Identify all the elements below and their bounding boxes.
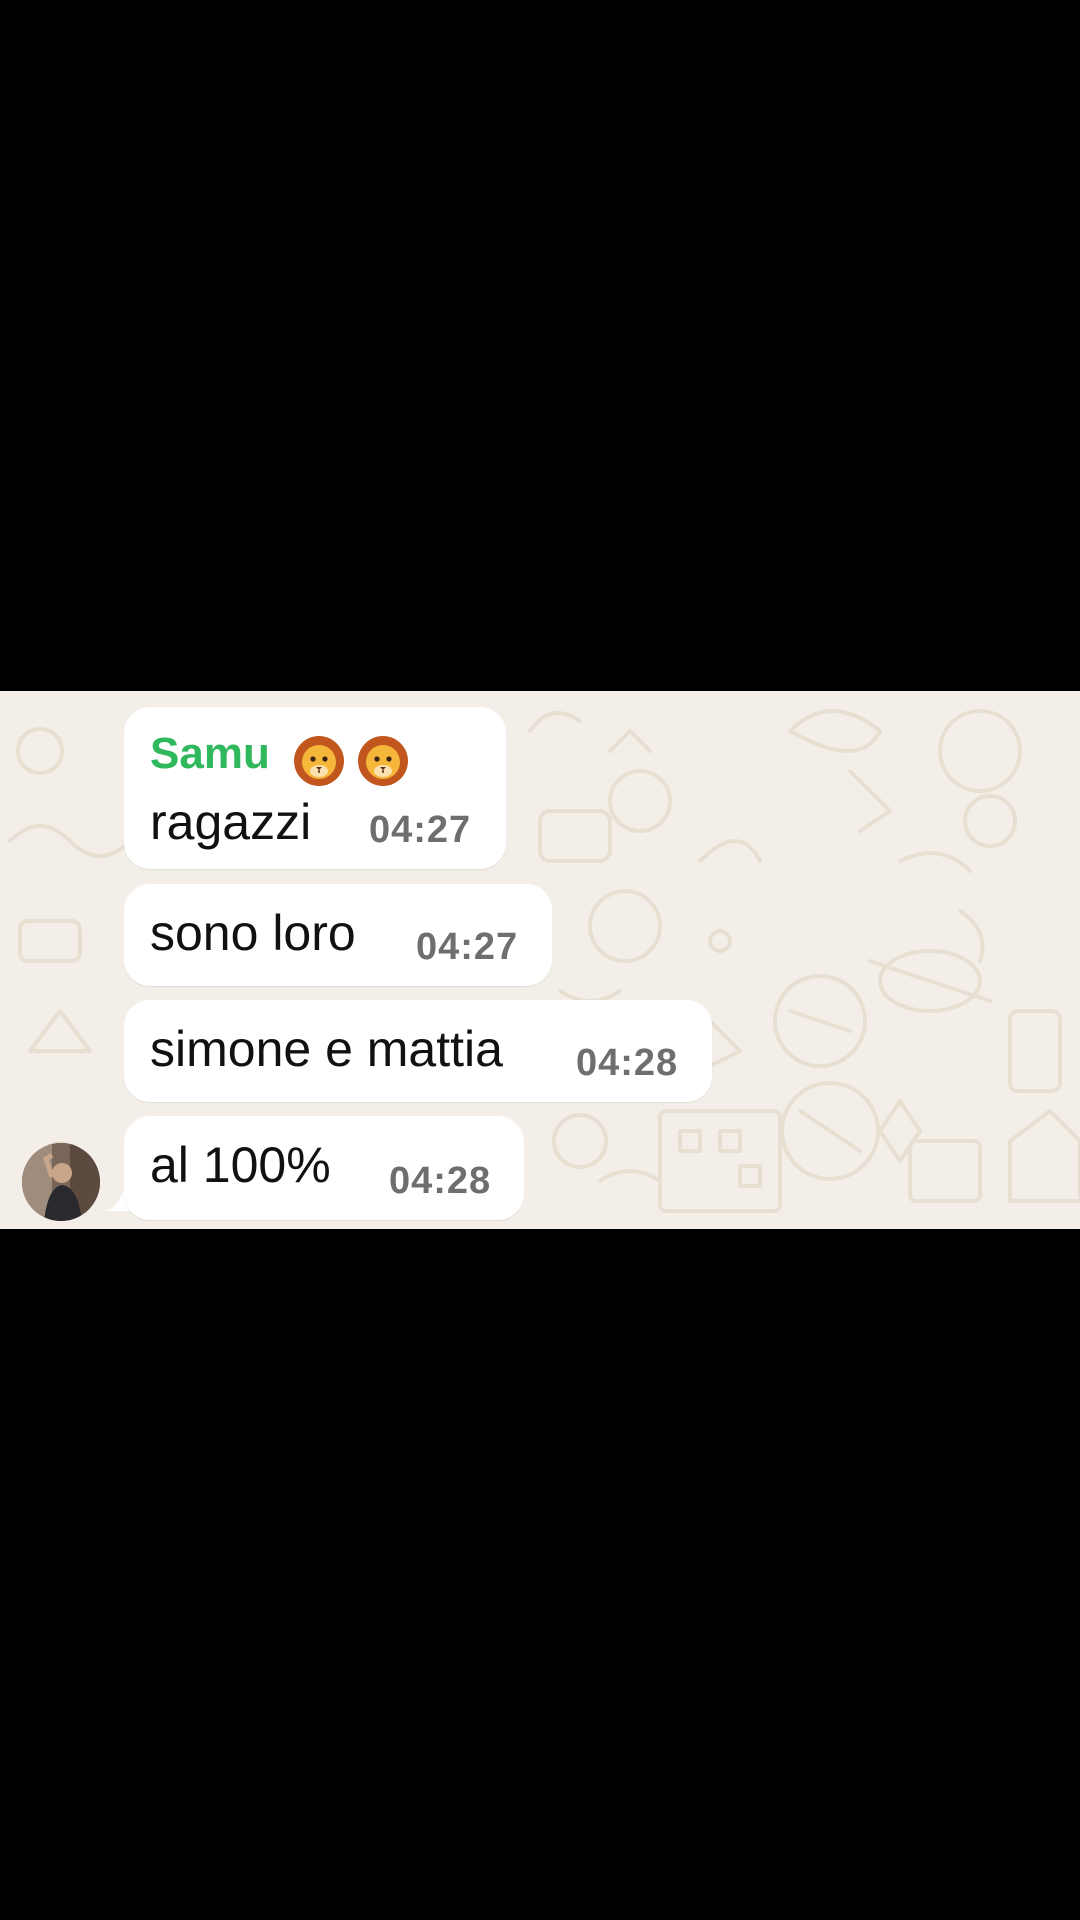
message-bubble[interactable]: Samu ragazzi 04:27 (124, 707, 506, 869)
avatar[interactable] (22, 1143, 100, 1221)
message-time: 04:28 (389, 1160, 492, 1202)
screen: Samu ragazzi 04:27 sono loro 04:27 simon… (0, 0, 1080, 1920)
message-text: sono loro (150, 905, 356, 961)
sender-name[interactable]: Samu (150, 729, 270, 779)
avatar-photo (22, 1143, 100, 1221)
message-bubble[interactable]: sono loro 04:27 (124, 884, 552, 986)
lion-face-icon (358, 736, 408, 786)
message-time: 04:27 (416, 926, 519, 968)
message-text: simone e mattia (150, 1021, 503, 1077)
message-text: al 100% (150, 1137, 331, 1193)
chat-area[interactable]: Samu ragazzi 04:27 sono loro 04:27 simon… (0, 691, 1080, 1229)
lion-face-icon (294, 736, 344, 786)
message-text: ragazzi (150, 794, 312, 850)
message-bubble[interactable]: al 100% 04:28 (124, 1116, 524, 1220)
message-time: 04:27 (369, 809, 472, 851)
message-bubble[interactable]: simone e mattia 04:28 (124, 1000, 712, 1102)
message-time: 04:28 (576, 1042, 679, 1084)
